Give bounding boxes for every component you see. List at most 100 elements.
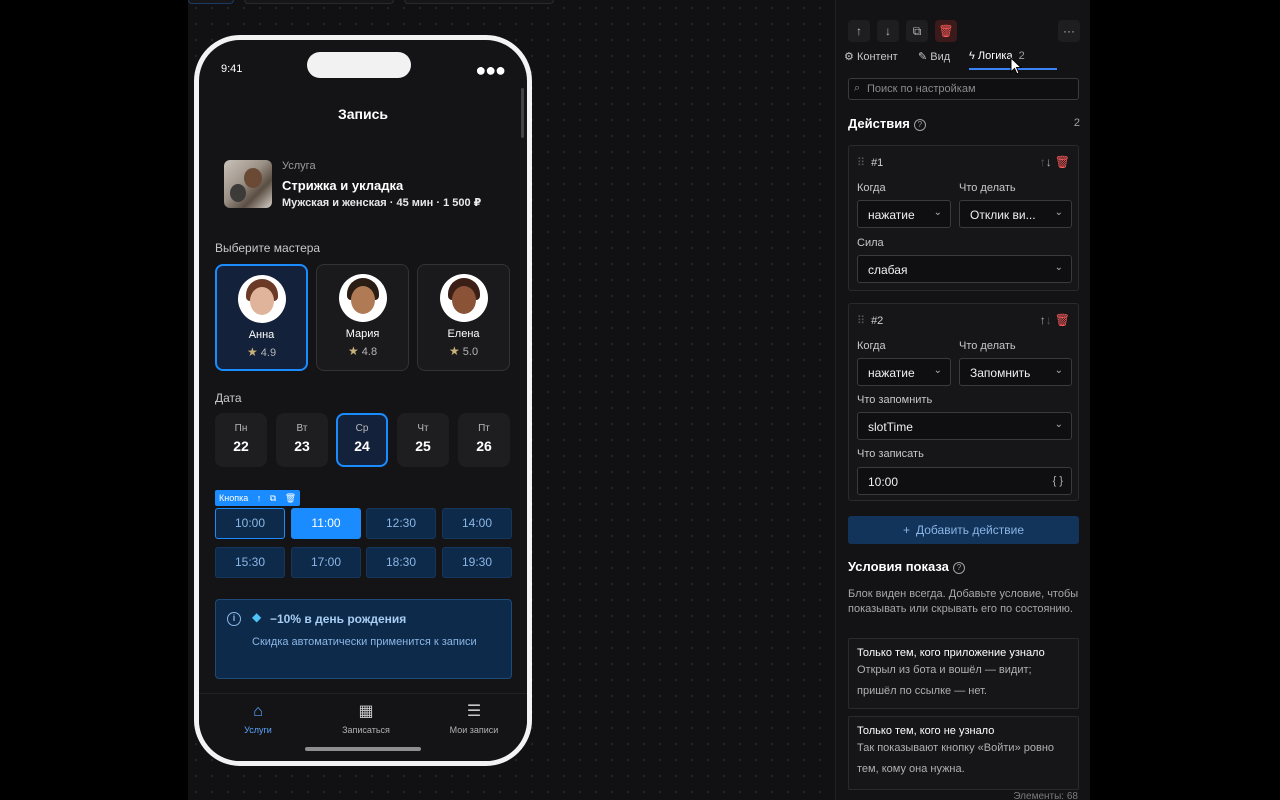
search-icon: ⌕ [854, 82, 861, 94]
date-item[interactable]: Чт 25 [397, 413, 449, 467]
chevron-down-icon: ⌄ [933, 207, 942, 218]
time-slot[interactable]: 12:30 [366, 508, 436, 539]
home-icon: ⌂ [253, 703, 263, 720]
time-slot[interactable]: 14:00 [442, 508, 512, 539]
action-card: ⠿ #1 ↑↓ 🗑 Когда Что делать нажатие ⌄ Отклик… [848, 145, 1079, 291]
move-up-icon[interactable]: ↑ [848, 20, 870, 42]
tab-my-bookings[interactable]: ☰ Мои записи [424, 702, 524, 735]
date-item[interactable]: Пн 22 [215, 413, 267, 467]
settings-search-input[interactable]: ⌕ Поиск по настройкам [848, 78, 1079, 100]
time-slot[interactable]: 10:00 [215, 508, 285, 539]
time-slot[interactable]: 17:00 [291, 547, 361, 578]
date-label: Дата [215, 391, 242, 405]
write-value-input[interactable]: 10:00{ } [857, 467, 1072, 495]
selection-badge[interactable]: Кнопка ↑ ⧉ 🗑 [215, 490, 301, 506]
strength-select[interactable]: слабая ⌄ [857, 255, 1072, 283]
service-card[interactable]: Услуга Стрижка и укладка Мужская и женск… [224, 156, 507, 212]
date-item-selected[interactable]: Ср 24 [336, 413, 388, 467]
date-item[interactable]: Вт 23 [276, 413, 328, 467]
calendar-icon: ▦ [358, 703, 374, 720]
variable-braces-icon[interactable]: { } [1053, 475, 1063, 487]
master-rating: ★ 4.9 [246, 345, 277, 359]
dynamic-island [307, 52, 411, 78]
mouse-cursor-icon [1010, 57, 1022, 75]
time-slot[interactable]: 19:30 [442, 547, 512, 578]
add-action-button[interactable]: + Добавить действие [848, 516, 1079, 544]
when-select[interactable]: нажатие ⌄ [857, 358, 951, 386]
help-icon[interactable]: ? [913, 118, 926, 131]
what-select[interactable]: Запомнить ⌄ [959, 358, 1072, 386]
trash-icon[interactable]: 🗑 [1055, 155, 1070, 169]
master-card-elena[interactable]: Елена ★ 5.0 [417, 264, 510, 371]
star-icon: ★ [347, 344, 359, 358]
time-slots: 10:00 11:00 12:30 14:00 15:30 17:00 18:3… [215, 508, 513, 580]
arrow-up-icon[interactable]: ↑ [257, 493, 262, 503]
tab-view[interactable]: ✎ Вид [918, 50, 950, 63]
move-down-icon[interactable]: ↓ [1046, 155, 1052, 169]
phone-preview: 9:41 ●●● Запись Услуга Стрижка и укладка… [194, 35, 532, 766]
promo-banner[interactable]: i ◆ −10% в день рождения Скидка автомати… [215, 599, 512, 679]
what-label: Что делать [959, 340, 1016, 352]
block-toolbar: ↑ ↓ ⧉ 🗑 ··· [848, 20, 1080, 42]
date-item[interactable]: Пт 26 [458, 413, 510, 467]
list-icon: ☰ [466, 703, 482, 720]
right-gutter [1090, 0, 1280, 800]
move-down-icon[interactable]: ↓ [877, 20, 899, 42]
bottom-tab-bar: ⌂ Услуги ▦ Записаться ☰ Мои записи [199, 693, 527, 761]
gear-icon: ⚙ [844, 51, 854, 63]
duplicate-icon[interactable]: ⧉ [906, 20, 928, 42]
gem-icon: ◆ [252, 610, 262, 624]
action-number: ⠿ #2 [857, 315, 884, 327]
time-slot-selected[interactable]: 11:00 [291, 508, 361, 539]
info-icon: i [227, 612, 241, 626]
conditions-description: Блок виден всегда. Добавьте условие, что… [848, 588, 1079, 615]
left-gutter [0, 0, 188, 800]
tab-content[interactable]: ⚙ Контент [844, 50, 898, 63]
what-label: Что делать [959, 182, 1016, 194]
conditions-heading: Условия показа? [848, 559, 965, 574]
tab-book[interactable]: ▦ Записаться [316, 702, 416, 735]
more-icon[interactable]: ··· [1058, 20, 1080, 42]
drag-handle-icon[interactable]: ⠿ [857, 157, 865, 169]
chevron-down-icon: ⌄ [1054, 207, 1063, 218]
home-indicator [305, 747, 421, 751]
what-select[interactable]: Отклик ви... ⌄ [959, 200, 1072, 228]
avatar [338, 274, 387, 322]
remember-select[interactable]: slotTime ⌄ [857, 412, 1072, 440]
action-card: ⠿ #2 ↑↓ 🗑 Когда Что делать нажатие ⌄ Запомн… [848, 303, 1079, 501]
avatar [237, 275, 286, 323]
help-icon[interactable]: ? [952, 561, 965, 574]
condition-option[interactable]: Только тем, кого не узнало Так показываю… [848, 716, 1079, 790]
actions-heading: Действия? 2 [848, 116, 1080, 131]
action-number: ⠿ #1 [857, 157, 884, 169]
master-card-maria[interactable]: Мария ★ 4.8 [316, 264, 409, 371]
service-meta: Мужская и женская · 45 мин · 1 500 ₽ [282, 197, 482, 209]
copy-icon[interactable]: ⧉ [270, 493, 276, 503]
chevron-down-icon: ⌄ [1054, 419, 1063, 430]
signal-dots-icon: ●●● [475, 60, 506, 80]
condition-option[interactable]: Только тем, кого приложение узнало Откры… [848, 638, 1079, 709]
page-title: Запись [337, 106, 388, 122]
masters-label: Выберите мастера [215, 241, 321, 255]
trash-icon[interactable]: 🗑 [285, 493, 296, 503]
when-label: Когда [857, 182, 886, 194]
actions-count: 2 [1073, 117, 1080, 129]
master-card-anna[interactable]: Анна ★ 4.9 [215, 264, 308, 371]
tab-services[interactable]: ⌂ Услуги [208, 702, 308, 735]
master-rating: ★ 4.8 [347, 344, 378, 358]
plus-icon: + [902, 523, 910, 537]
when-select[interactable]: нажатие ⌄ [857, 200, 951, 228]
service-kicker: Услуга [282, 160, 316, 172]
condition-desc: Открыл из бота и вошёл — видит; пришёл п… [857, 664, 1032, 697]
chevron-down-icon: ⌄ [933, 365, 942, 376]
delete-icon[interactable]: 🗑 [935, 20, 957, 42]
move-down-icon[interactable]: ↓ [1046, 313, 1052, 327]
time-slot[interactable]: 18:30 [366, 547, 436, 578]
trash-icon[interactable]: 🗑 [1055, 313, 1070, 327]
drag-handle-icon[interactable]: ⠿ [857, 315, 865, 327]
condition-desc: Так показывают кнопку «Войти» ровно тем,… [857, 742, 1055, 775]
time-slot[interactable]: 15:30 [215, 547, 285, 578]
master-name: Анна [248, 329, 275, 341]
date-picker: Пн 22 Вт 23 Ср 24 Чт 25 Пт 26 [215, 413, 511, 467]
masters-row: Анна ★ 4.9 Мария ★ 4.8 Елена ★ 5.0 [215, 264, 511, 372]
